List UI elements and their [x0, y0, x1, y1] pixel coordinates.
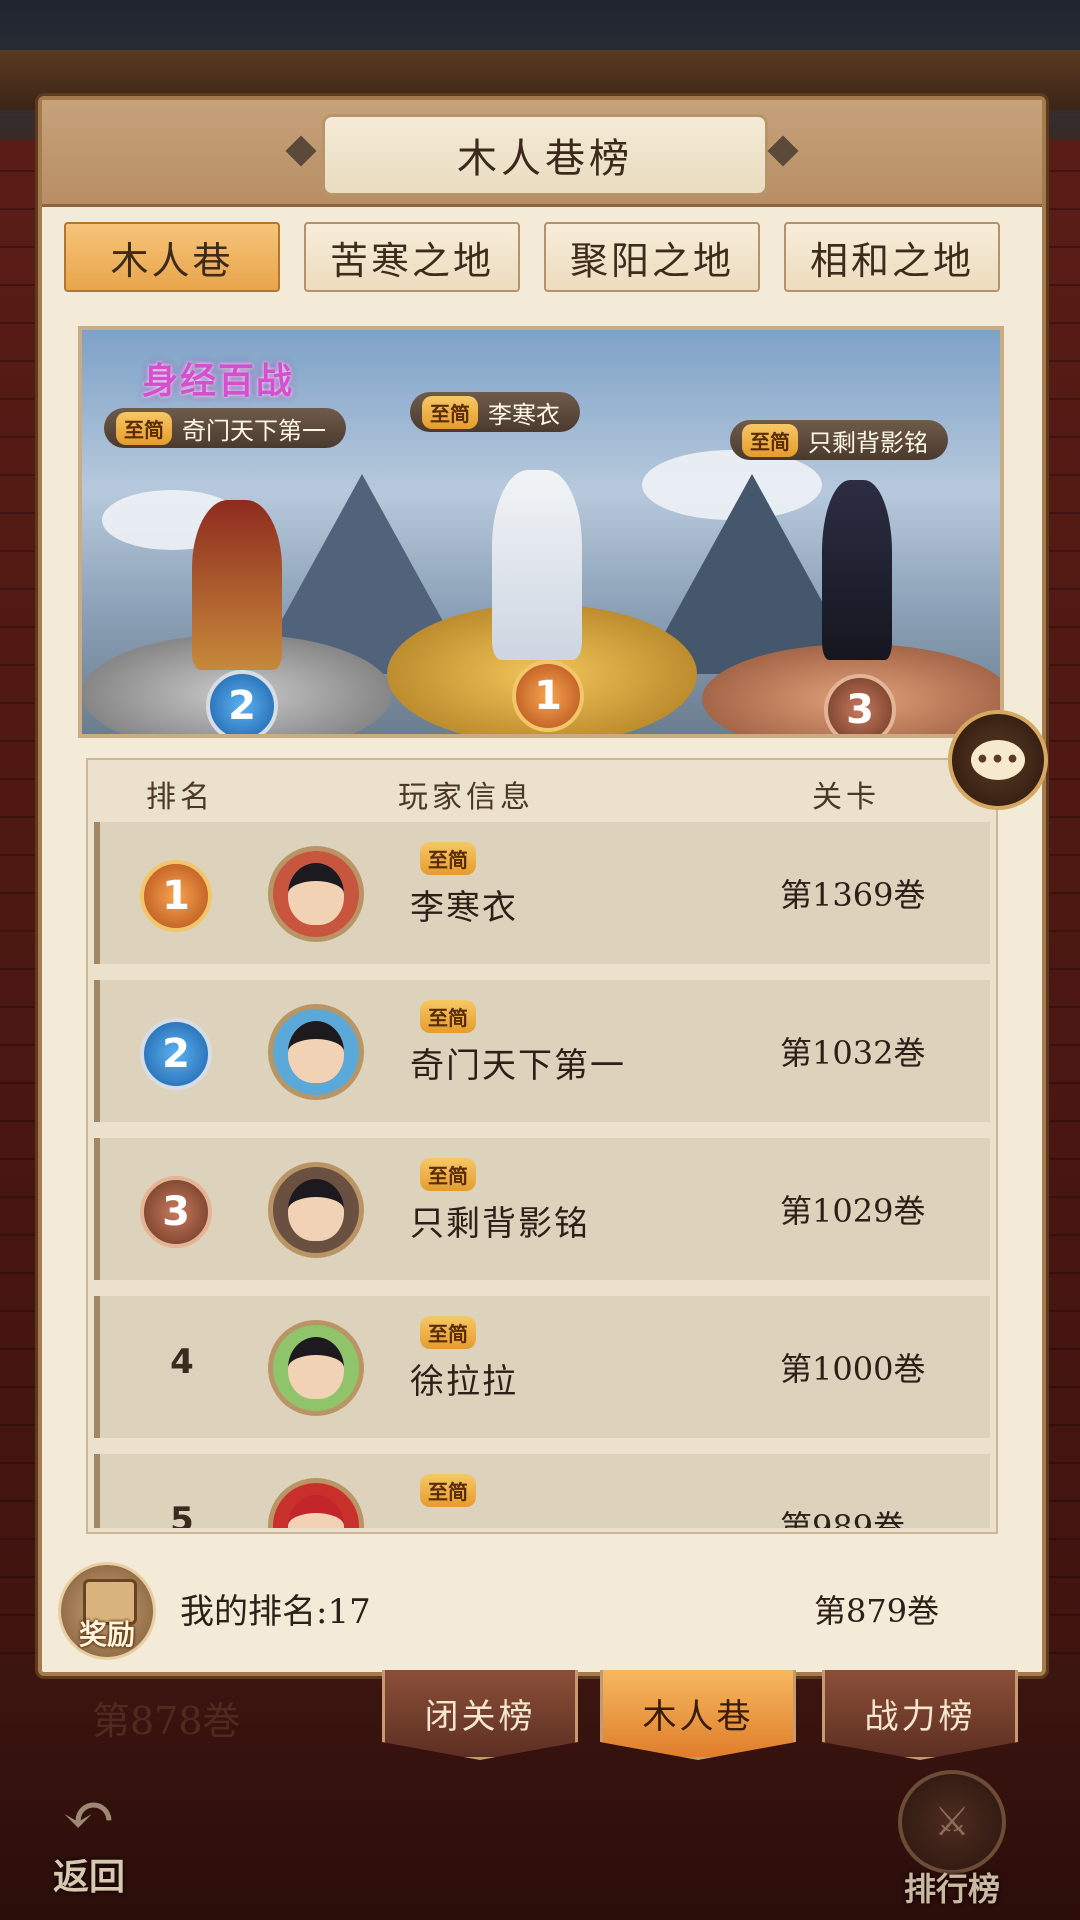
second-place-character[interactable]	[192, 500, 282, 670]
podium-rank-3-medal-icon: 3	[824, 674, 896, 734]
rank-2-medal-icon: 2	[140, 1018, 212, 1090]
tab-muren-xiang[interactable]: 木人巷	[64, 222, 280, 292]
rank-3-medal-icon: 3	[140, 1176, 212, 1248]
player-stage: 第1369巻	[780, 876, 926, 914]
player-stage: 第1032巻	[780, 1034, 926, 1072]
back-button[interactable]: ↶ 返回	[34, 1784, 144, 1900]
title-right-ornament-icon	[767, 135, 799, 167]
avatar[interactable]	[268, 1162, 364, 1258]
tab-juyang-zhidi[interactable]: 聚阳之地	[544, 222, 760, 292]
podium-first-name: 李寒衣	[488, 400, 560, 429]
my-rank: 我的排名:17	[180, 1592, 371, 1632]
ranking-table: 排名 玩家信息 关卡 1 至简 李寒衣 第1369巻 2 至简 奇门天下第一 第…	[86, 758, 998, 1534]
crossed-swords-icon: ⚔	[898, 1770, 1006, 1874]
title-left-ornament-icon	[285, 135, 317, 167]
player-name: 徐拉拉	[410, 1362, 518, 1402]
player-stage: 第1000巻	[780, 1350, 926, 1388]
podium-rank-2-medal-icon: 2	[206, 670, 278, 734]
tab-combat-power-ranking[interactable]: 战力榜	[822, 1670, 1018, 1760]
player-name: 奇门天下第一	[410, 1046, 626, 1086]
podium-first-name-tag[interactable]: 至简 李寒衣	[410, 392, 580, 432]
vip-badge: 至简	[420, 1158, 476, 1191]
panel-title: 木人巷榜	[322, 114, 768, 196]
tab-xianghe-zhidi[interactable]: 相和之地	[784, 222, 1000, 292]
chat-button[interactable]: •••	[948, 710, 1048, 810]
table-header: 排名 玩家信息 关卡	[88, 760, 996, 820]
podium-rank-1-medal-icon: 1	[512, 660, 584, 732]
rank-number: 4	[170, 1342, 194, 1382]
ranking-label: 排行榜	[903, 1870, 1000, 1908]
rank-1-medal-icon: 1	[140, 860, 212, 932]
podium-third-name-tag[interactable]: 至简 只剩背影铭	[730, 420, 948, 460]
region-tabs: 木人巷 苦寒之地 聚阳之地 相和之地	[64, 222, 1020, 296]
podium-third-name: 只剩背影铭	[808, 428, 928, 457]
third-place-character[interactable]	[822, 480, 892, 660]
reward-button[interactable]: 奖励	[58, 1562, 156, 1660]
tab-kuhan-zhidi[interactable]: 苦寒之地	[304, 222, 520, 292]
table-row[interactable]: 5 至简 第989巻	[94, 1454, 990, 1528]
ranking-button[interactable]: ⚔ 排行榜	[888, 1770, 1016, 1910]
header-player-info: 玩家信息	[398, 780, 534, 815]
my-stage: 第879巻	[814, 1592, 940, 1630]
header-stage: 关卡	[812, 780, 880, 815]
rank-number: 5	[170, 1500, 194, 1528]
podium-second-name-tag[interactable]: 至简 奇门天下第一	[104, 408, 346, 448]
avatar[interactable]	[268, 1004, 364, 1100]
chat-bubble-icon: •••	[971, 740, 1025, 780]
table-row[interactable]: 2 至简 奇门天下第一 第1032巻	[94, 980, 990, 1122]
player-stage: 第989巻	[780, 1508, 906, 1528]
table-row[interactable]: 1 至简 李寒衣 第1369巻	[94, 822, 990, 964]
ranking-list[interactable]: 1 至简 李寒衣 第1369巻 2 至简 奇门天下第一 第1032巻 3 至简 …	[94, 822, 990, 1528]
header-rank: 排名	[146, 780, 214, 815]
podium-second-name: 奇门天下第一	[182, 416, 326, 445]
tab-muren-xiang-ranking[interactable]: 木人巷	[600, 1670, 796, 1760]
vip-badge: 至简	[422, 395, 478, 429]
honor-title: 身经百战	[142, 360, 295, 402]
avatar[interactable]	[268, 846, 364, 942]
podium-banner: 身经百战 至简 奇门天下第一 至简 李寒衣 至简 只剩背影铭 2 1 3	[78, 326, 1004, 738]
reward-label: 奖励	[78, 1618, 135, 1651]
vip-badge: 至简	[742, 423, 798, 457]
player-stage: 第1029巻	[780, 1192, 926, 1230]
table-row[interactable]: 3 至简 只剩背影铭 第1029巻	[94, 1138, 990, 1280]
vip-badge: 至简	[116, 411, 172, 445]
first-place-character[interactable]	[492, 470, 582, 660]
back-arrow-icon: ↶	[62, 1779, 116, 1853]
player-name: 只剩背影铭	[410, 1204, 590, 1244]
vip-badge: 至简	[420, 842, 476, 875]
table-row[interactable]: 4 至简 徐拉拉 第1000巻	[94, 1296, 990, 1438]
leaderboard-panel: 木人巷榜 木人巷 苦寒之地 聚阳之地 相和之地 身经百战 至简 奇门天下第一 至…	[38, 96, 1046, 1676]
vip-badge: 至简	[420, 1000, 476, 1033]
panel-header: 木人巷榜	[42, 100, 1042, 207]
player-name: 李寒衣	[410, 888, 518, 928]
avatar[interactable]	[268, 1320, 364, 1416]
vip-badge: 至简	[420, 1474, 476, 1507]
back-label: 返回	[52, 1856, 125, 1898]
avatar[interactable]	[268, 1478, 364, 1528]
vip-badge: 至简	[420, 1316, 476, 1349]
tab-closed-door-ranking[interactable]: 闭关榜	[382, 1670, 578, 1760]
background-stage-text: 第878巻	[92, 1699, 241, 1743]
